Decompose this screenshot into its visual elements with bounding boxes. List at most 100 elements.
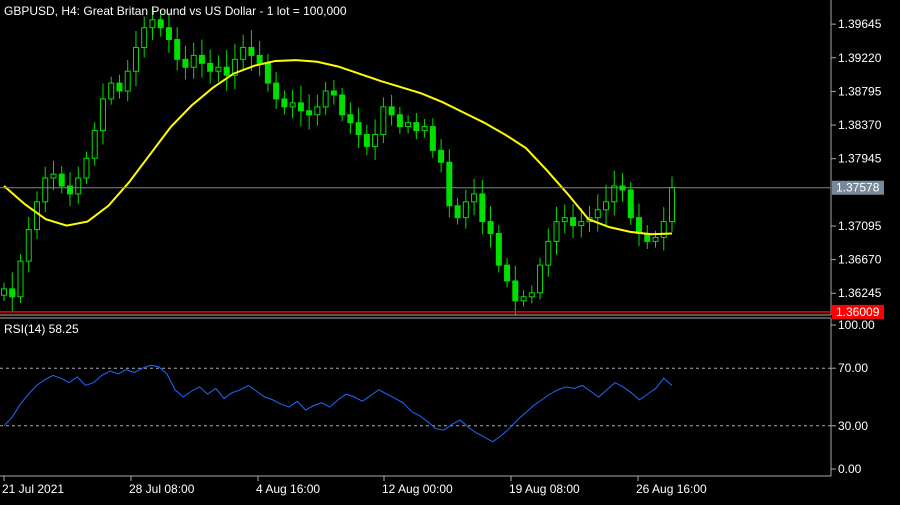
candle-body xyxy=(429,126,436,151)
candle-body xyxy=(66,185,73,195)
candle-body xyxy=(471,193,478,203)
candle-body xyxy=(289,102,296,108)
candle-body xyxy=(25,229,32,262)
candle-body xyxy=(578,221,585,227)
candle-body xyxy=(273,82,280,100)
time-tick-label: 26 Aug 16:00 xyxy=(636,482,707,496)
chart-window[interactable]: 1.39645 1.39220 1.38795 1.38370 1.37945 1.370… xyxy=(0,0,900,500)
candle-body xyxy=(157,19,164,29)
candle-body xyxy=(438,149,445,163)
rsi-tick-label: 30.00 xyxy=(838,419,868,433)
candle-body xyxy=(306,110,313,116)
candle-body xyxy=(462,201,469,219)
rsi-tick-label: 0.00 xyxy=(838,462,862,476)
candle-body xyxy=(174,39,181,60)
candle-body xyxy=(165,27,172,41)
candlestick-series xyxy=(1,6,675,315)
candle-body xyxy=(528,292,535,298)
candle-body xyxy=(561,217,568,223)
candle-body xyxy=(372,134,379,147)
candle-body xyxy=(58,173,65,187)
price-tick-label: 1.36245 xyxy=(838,286,882,300)
candle-body xyxy=(660,221,667,238)
candle-body xyxy=(339,94,346,116)
candle-body xyxy=(627,189,634,219)
candle-body xyxy=(124,70,131,92)
rsi-series xyxy=(0,364,831,443)
candle-body xyxy=(33,201,40,231)
candle-body xyxy=(405,122,412,128)
candle-body xyxy=(223,66,230,76)
rsi-tick-label: 100.00 xyxy=(838,318,875,332)
candle-body xyxy=(545,240,552,266)
candle-body xyxy=(520,296,527,302)
candle-body xyxy=(421,126,428,132)
candle-body xyxy=(141,27,148,48)
price-tick-label: 1.38370 xyxy=(838,118,882,132)
candle-body xyxy=(413,122,420,132)
candle-body xyxy=(594,209,601,219)
candle-body xyxy=(207,62,214,72)
rsi-tick-label: 70.00 xyxy=(838,361,868,375)
time-tick-label: 4 Aug 16:00 xyxy=(256,482,320,496)
candle-body xyxy=(355,122,362,136)
candle-body xyxy=(297,102,304,112)
candle-body xyxy=(190,54,197,68)
candle-body xyxy=(388,106,395,116)
candle-body xyxy=(479,193,486,223)
candle-body xyxy=(182,58,189,68)
candle-body xyxy=(322,90,329,108)
current-price-label: 1.37578 xyxy=(836,181,880,195)
candle-body xyxy=(215,66,222,72)
candle-body xyxy=(314,106,321,116)
candle-body xyxy=(281,98,288,108)
candle-body xyxy=(454,205,461,219)
price-tick-label: 1.39645 xyxy=(838,17,882,31)
candle-body xyxy=(652,236,659,242)
candle-body xyxy=(512,280,519,302)
price-axis: 1.39645 1.39220 1.38795 1.38370 1.37945 1.370… xyxy=(831,17,884,319)
candle-body xyxy=(9,288,16,298)
symbol-title: GBPUSD, H4: Great Britan Pound vs US Dol… xyxy=(4,4,347,18)
candle-body xyxy=(149,19,156,29)
candle-body xyxy=(330,90,337,96)
candle-body xyxy=(347,114,354,124)
candle-body xyxy=(91,130,98,159)
price-tick-label: 1.36670 xyxy=(838,253,882,267)
time-tick-label: 28 Jul 08:00 xyxy=(129,482,195,496)
candle-body xyxy=(380,106,387,136)
time-tick-label: 19 Aug 08:00 xyxy=(509,482,580,496)
price-chart-svg[interactable]: 1.39645 1.39220 1.38795 1.38370 1.37945 1.370… xyxy=(0,0,900,500)
candle-body xyxy=(240,46,247,60)
price-tick-label: 1.37945 xyxy=(838,152,882,166)
candle-body xyxy=(256,54,263,64)
rsi-line xyxy=(3,364,673,443)
candle-body xyxy=(1,288,7,296)
candle-body xyxy=(611,185,618,203)
candle-body xyxy=(396,114,403,128)
alert-price-label: 1.36009 xyxy=(836,305,880,319)
candle-body xyxy=(99,98,106,132)
candle-body xyxy=(636,217,643,234)
candle-body xyxy=(17,260,24,298)
price-tick-label: 1.37095 xyxy=(838,219,882,233)
candle-body xyxy=(50,173,57,179)
candle-body xyxy=(42,177,49,203)
candle-body xyxy=(669,187,675,223)
price-tick-label: 1.39220 xyxy=(838,51,882,65)
candle-body xyxy=(75,177,82,195)
candle-body xyxy=(487,221,494,234)
candle-body xyxy=(363,134,370,147)
rsi-title: RSI(14) 58.25 xyxy=(4,322,79,336)
candle-body xyxy=(537,264,544,294)
time-tick-label: 21 Jul 2021 xyxy=(2,482,64,496)
candle-body xyxy=(264,62,271,84)
time-tick-label: 12 Aug 00:00 xyxy=(382,482,453,496)
candle-body xyxy=(83,157,90,179)
candle-body xyxy=(603,201,610,211)
time-axis: 21 Jul 2021 28 Jul 08:00 4 Aug 16:00 12 Aug… xyxy=(2,476,707,496)
candle-body xyxy=(248,46,255,56)
price-level-lines xyxy=(0,187,831,313)
candle-body xyxy=(570,217,577,227)
candle-body xyxy=(446,161,453,207)
